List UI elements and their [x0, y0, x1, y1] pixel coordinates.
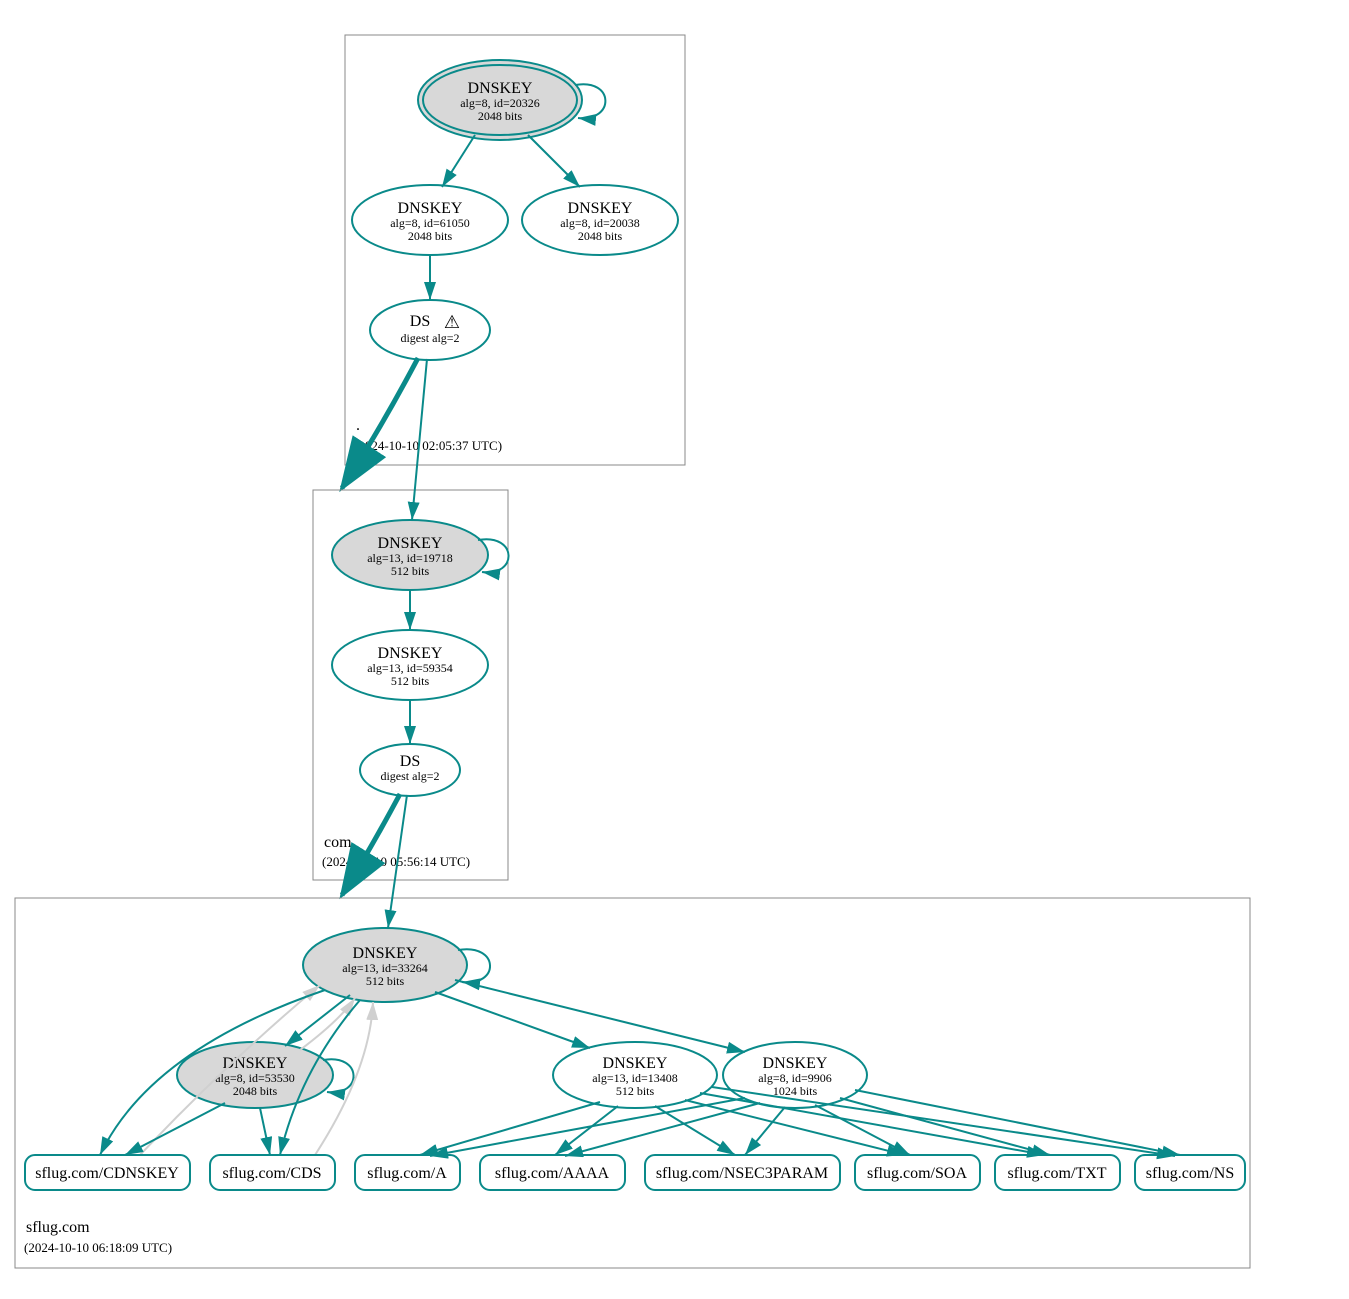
edge-sflugksk-k2 — [285, 995, 350, 1046]
dnssec-diagram: . (2024-10-10 02:05:37 UTC) DNSKEY alg=8… — [0, 0, 1349, 1299]
node-root-zsk2: DNSKEY alg=8, id=20038 2048 bits — [522, 185, 678, 255]
node-com-zsk: DNSKEY alg=13, id=59354 512 bits — [332, 630, 488, 700]
svg-text:alg=13, id=33264: alg=13, id=33264 — [342, 961, 428, 975]
edge-rootksk-zsk2 — [528, 135, 580, 187]
zone-root-label: . — [356, 417, 360, 434]
svg-text:sflug.com/NS: sflug.com/NS — [1146, 1165, 1234, 1182]
svg-text:512 bits: 512 bits — [391, 564, 430, 578]
node-com-ds: DS digest alg=2 — [360, 744, 460, 796]
svg-text:512 bits: 512 bits — [616, 1084, 655, 1098]
svg-text:sflug.com/AAAA: sflug.com/AAAA — [495, 1165, 610, 1182]
edge-k3-ns — [712, 1087, 1175, 1156]
svg-text:sflug.com/CDS: sflug.com/CDS — [222, 1165, 321, 1182]
edge-k2-cds — [260, 1108, 270, 1155]
edge-sflugksk-k3 — [435, 992, 590, 1048]
svg-text:sflug.com/SOA: sflug.com/SOA — [867, 1165, 967, 1182]
edge-rootksk-zsk1 — [442, 135, 475, 187]
svg-text:alg=8, id=20326: alg=8, id=20326 — [460, 96, 540, 110]
node-root-ksk: DNSKEY alg=8, id=20326 2048 bits — [418, 60, 582, 140]
svg-text:DNSKEY: DNSKEY — [378, 535, 443, 552]
svg-text:alg=13, id=13408: alg=13, id=13408 — [592, 1071, 678, 1085]
svg-text:digest alg=2: digest alg=2 — [400, 331, 459, 345]
node-root-zsk1: DNSKEY alg=8, id=61050 2048 bits — [352, 185, 508, 255]
edge-k3-a — [420, 1102, 600, 1155]
svg-text:2048 bits: 2048 bits — [233, 1084, 278, 1098]
svg-text:2048 bits: 2048 bits — [478, 109, 523, 123]
svg-text:alg=8, id=53530: alg=8, id=53530 — [215, 1071, 295, 1085]
edge-root-to-com-zone — [342, 358, 418, 488]
zone-sflug-label: sflug.com — [26, 1219, 90, 1236]
svg-text:DNSKEY: DNSKEY — [763, 1055, 828, 1072]
svg-text:2048 bits: 2048 bits — [578, 229, 623, 243]
svg-text:alg=8, id=9906: alg=8, id=9906 — [758, 1071, 832, 1085]
svg-text:2048 bits: 2048 bits — [408, 229, 453, 243]
svg-text:alg=8, id=61050: alg=8, id=61050 — [390, 216, 470, 230]
svg-text:digest alg=2: digest alg=2 — [380, 769, 439, 783]
node-root-ds: DS ⚠ digest alg=2 — [370, 300, 490, 360]
svg-text:512 bits: 512 bits — [366, 974, 405, 988]
svg-text:512 bits: 512 bits — [391, 674, 430, 688]
node-sflug-ksk: DNSKEY alg=13, id=33264 512 bits — [303, 928, 467, 1002]
edge-k4-nsec3 — [745, 1107, 785, 1155]
warning-icon: ⚠ — [444, 312, 460, 332]
svg-text:DNSKEY: DNSKEY — [603, 1055, 668, 1072]
svg-text:sflug.com/TXT: sflug.com/TXT — [1007, 1165, 1106, 1182]
svg-text:1024 bits: 1024 bits — [773, 1084, 818, 1098]
svg-text:sflug.com/CDNSKEY: sflug.com/CDNSKEY — [35, 1165, 179, 1182]
svg-text:DNSKEY: DNSKEY — [568, 200, 633, 217]
rrset-row: sflug.com/CDNSKEY sflug.com/CDS sflug.co… — [25, 1155, 1245, 1190]
svg-text:sflug.com/A: sflug.com/A — [367, 1165, 447, 1182]
edge-k2-cdnskey — [125, 1103, 225, 1155]
zone-root-timestamp: (2024-10-10 02:05:37 UTC) — [354, 438, 502, 453]
node-com-ksk: DNSKEY alg=13, id=19718 512 bits — [332, 520, 488, 590]
svg-text:DS: DS — [400, 753, 420, 770]
svg-text:sflug.com/NSEC3PARAM: sflug.com/NSEC3PARAM — [656, 1165, 828, 1182]
zone-sflug-timestamp: (2024-10-10 06:18:09 UTC) — [24, 1240, 172, 1255]
svg-text:DNSKEY: DNSKEY — [353, 945, 418, 962]
svg-text:DNSKEY: DNSKEY — [468, 80, 533, 97]
svg-text:alg=13, id=59354: alg=13, id=59354 — [367, 661, 453, 675]
zone-com-label: com — [324, 834, 352, 851]
node-sflug-k3: DNSKEY alg=13, id=13408 512 bits — [553, 1042, 717, 1108]
svg-text:DNSKEY: DNSKEY — [378, 645, 443, 662]
svg-text:DS: DS — [410, 313, 430, 330]
svg-text:DNSKEY: DNSKEY — [398, 200, 463, 217]
svg-text:alg=8, id=20038: alg=8, id=20038 — [560, 216, 640, 230]
svg-text:alg=13, id=19718: alg=13, id=19718 — [367, 551, 453, 565]
